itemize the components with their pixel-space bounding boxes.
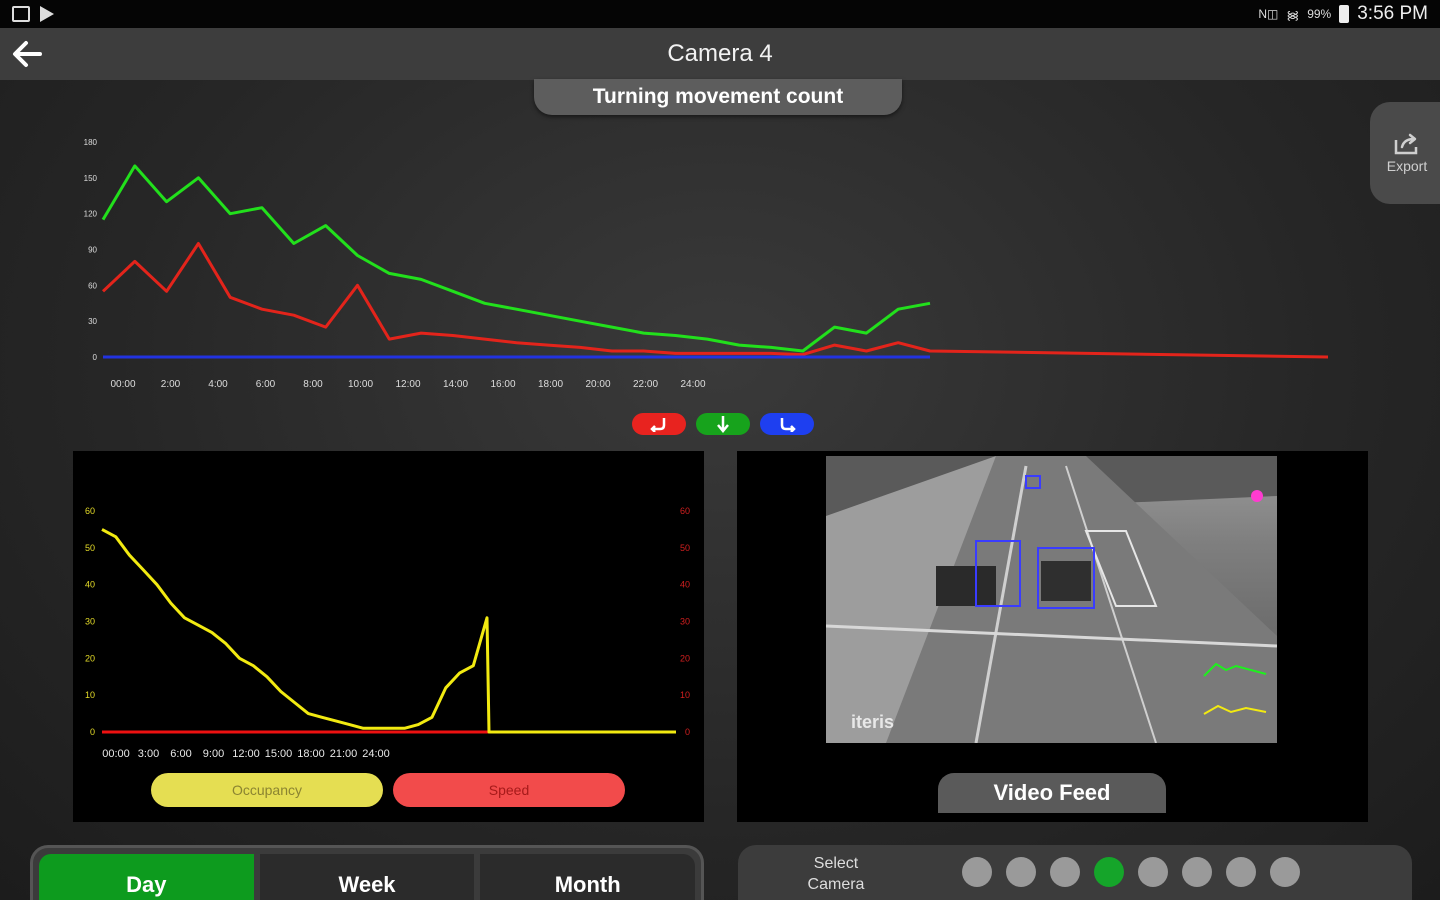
camera-dot-6[interactable] [1182,857,1212,887]
x-tick-label: 9:00 [203,748,224,760]
x-tick-label: 2:00 [161,379,181,390]
back-arrow-icon[interactable] [10,38,44,70]
x-tick-label: 18:00 [297,748,325,760]
x-tick-label: 3:00 [138,748,159,760]
camera-dot-8[interactable] [1270,857,1300,887]
y-right-tick-label: 10 [680,690,690,700]
x-tick-label: 24:00 [362,748,390,760]
occupancy-speed-chart: 0 10 20 30 40 50 60 0 10 20 30 40 50 60 00:00 3:00 6:00 9… [85,506,690,760]
x-tick-label: 22:00 [633,379,658,390]
occupancy-button[interactable]: Occupancy [151,773,383,807]
video-feed-frame[interactable]: iteris [826,456,1277,743]
camera-dot-2[interactable] [1006,857,1036,887]
x-tick-label: 12:00 [395,379,420,390]
turning-movement-chart: 0 30 60 90 120 150 180 00:00 2:00 4:00 6:00 8:00 10:… [84,138,1329,390]
movement-legend [632,413,814,435]
y-tick-label: 150 [84,174,98,183]
x-tick-label: 4:00 [208,379,228,390]
right-turn-icon [780,418,796,432]
battery-percent: 99% [1307,7,1332,21]
period-week-button[interactable]: Week [259,854,475,900]
occupancy-speed-panel: 0 10 20 30 40 50 60 0 10 20 30 40 50 60 00:00 3:00 6:00 9… [73,451,704,822]
battery-icon [1339,5,1350,23]
camera-selector: Select Camera [738,845,1412,900]
select-camera-label: Select Camera [796,853,876,895]
y-left-tick-label: 10 [85,690,95,700]
y-left-tick-label: 20 [85,653,95,663]
period-month-button[interactable]: Month [480,854,696,900]
status-right: N◫ ᯼ 99% 3:56 PM [1258,3,1428,25]
camera-dot-4[interactable] [1094,857,1124,887]
video-watermark: iteris [851,712,894,732]
x-tick-label: 14:00 [443,379,468,390]
camera-dot-5[interactable] [1138,857,1168,887]
camera-dot-1[interactable] [962,857,992,887]
camera-dots [962,857,1300,887]
y-left-tick-label: 40 [85,580,95,590]
select-camera-line1: Select [813,855,859,872]
speed-button[interactable]: Speed [393,773,625,807]
wifi-icon: ᯼ [1286,7,1300,22]
x-tick-label: 10:00 [348,379,373,390]
export-button[interactable]: Export [1370,102,1440,204]
x-tick-label: 20:00 [585,379,610,390]
right-turn-toggle[interactable] [760,413,814,435]
status-left [12,6,54,22]
y-tick-label: 60 [88,281,97,290]
y-tick-label: 180 [84,138,98,147]
video-feed-tab[interactable]: Video Feed [938,773,1166,813]
left-turn-toggle[interactable] [632,413,686,435]
occupancy-series-line [101,528,676,734]
x-tick-label: 00:00 [102,748,130,760]
y-right-tick-label: 20 [680,653,690,663]
y-tick-label: 90 [88,246,97,255]
y-left-tick-label: 50 [85,543,95,553]
period-day-button[interactable]: Day [39,854,254,900]
x-tick-label: 18:00 [538,379,563,390]
x-tick-label: 24:00 [680,379,705,390]
y-left-tick-label: 60 [85,506,95,516]
through-toggle[interactable] [696,413,750,435]
video-scene: iteris [826,456,1277,743]
y-tick-label: 30 [88,317,97,326]
camera-dot-7[interactable] [1226,857,1256,887]
x-tick-label: 8:00 [303,379,323,390]
straight-arrow-icon [717,416,729,433]
y-right-tick-label: 40 [680,580,690,590]
gallery-icon [12,6,30,22]
export-icon [1394,133,1418,155]
x-tick-label: 00:00 [110,379,135,390]
x-tick-label: 12:00 [232,748,260,760]
x-tick-label: 6:00 [256,379,276,390]
camera-dot-3[interactable] [1050,857,1080,887]
status-bar: N◫ ᯼ 99% 3:56 PM [0,0,1440,28]
video-panel: iteris Video Feed [737,451,1368,822]
app-header: Camera 4 [0,28,1440,80]
x-tick-label: 21:00 [330,748,358,760]
select-camera-line2: Camera [807,876,865,893]
turning-movement-count-tab[interactable]: Turning movement count [534,79,902,115]
export-label: Export [1386,158,1428,174]
y-right-tick-label: 0 [685,727,690,737]
y-right-tick-label: 60 [680,506,690,516]
x-tick-label: 16:00 [490,379,515,390]
period-selector: Day Week Month [30,845,704,900]
series-line [101,164,931,353]
y-right-tick-label: 30 [680,617,690,627]
page-title: Camera 4 [667,40,773,67]
nfc-icon: N◫ [1258,7,1279,21]
y-left-tick-label: 30 [85,617,95,627]
y-left-tick-label: 0 [90,727,95,737]
y-tick-label: 120 [84,210,98,219]
left-turn-icon [650,418,666,432]
clock: 3:56 PM [1357,3,1428,24]
y-tick-label: 0 [93,353,98,362]
x-tick-label: 15:00 [265,748,293,760]
play-store-icon [40,6,54,22]
x-tick-label: 6:00 [170,748,191,760]
y-right-tick-label: 50 [680,543,690,553]
